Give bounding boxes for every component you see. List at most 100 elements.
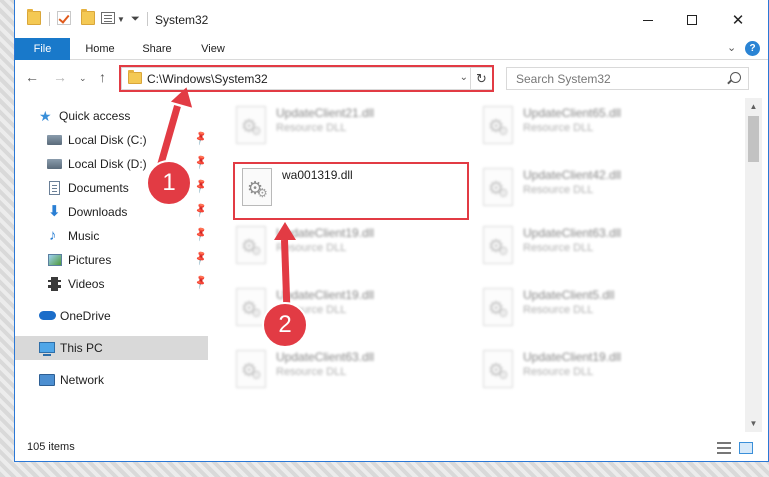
- file-name: UpdateClient21.dll: [276, 106, 375, 120]
- videos-icon: [48, 277, 61, 291]
- file-name: UpdateClient63.dll: [276, 350, 375, 364]
- recent-locations-icon[interactable]: ⌄: [79, 73, 87, 84]
- file-tile[interactable]: UpdateClient5.dll Resource DLL: [475, 284, 710, 338]
- separator: [49, 12, 50, 26]
- search-icon: [730, 72, 741, 83]
- file-tile[interactable]: UpdateClient19.dll Resource DLL: [228, 222, 463, 276]
- up-arrow-icon[interactable]: ↑: [99, 69, 106, 85]
- pin-icon: 📌: [192, 178, 210, 195]
- nav-label: Local Disk (D:): [68, 157, 147, 171]
- scroll-down-icon[interactable]: ▼: [745, 415, 762, 432]
- file-name: UpdateClient65.dll: [523, 106, 622, 120]
- file-type: Resource DLL: [523, 304, 594, 316]
- nav-this-pc[interactable]: This PC: [15, 336, 208, 360]
- network-icon: [39, 374, 55, 386]
- title-bar: ▼ ⏷ System32 ✕: [15, 0, 768, 38]
- status-bar: 105 items: [15, 436, 768, 460]
- nav-label: Music: [68, 229, 100, 243]
- close-button[interactable]: ✕: [715, 6, 761, 34]
- pin-icon: 📌: [192, 274, 210, 291]
- customize-toolbar-icon[interactable]: ⏷: [131, 13, 140, 26]
- file-name: UpdateClient5.dll: [523, 288, 615, 302]
- dll-file-icon: [483, 168, 513, 206]
- minimize-icon: [643, 19, 653, 21]
- new-folder-icon[interactable]: [81, 9, 95, 25]
- tab-home[interactable]: Home: [75, 38, 125, 60]
- dll-file-icon: [236, 106, 266, 144]
- file-tile[interactable]: UpdateClient19.dll Resource DLL: [475, 346, 710, 400]
- navigation-pane: ★ Quick access Local Disk (C:) 📌 Local D…: [15, 98, 210, 432]
- file-name: UpdateClient19.dll: [523, 350, 622, 364]
- pin-icon: 📌: [192, 154, 210, 171]
- pictures-icon: [48, 254, 62, 266]
- item-count: 105 items: [27, 441, 75, 453]
- minimize-button[interactable]: [625, 6, 671, 34]
- file-type: Resource DLL: [523, 122, 594, 134]
- dll-file-icon: [483, 226, 513, 264]
- music-icon: ♪: [49, 227, 57, 244]
- file-highlight: [233, 162, 469, 220]
- properties-check-icon[interactable]: [57, 11, 71, 25]
- file-name: UpdateClient42.dll: [523, 168, 622, 182]
- file-tile[interactable]: UpdateClient42.dll Resource DLL: [475, 164, 710, 218]
- details-view-icon[interactable]: [717, 442, 731, 454]
- step-2-badge: 2: [262, 302, 308, 348]
- dll-file-icon: [483, 106, 513, 144]
- nav-label: OneDrive: [60, 309, 111, 323]
- nav-local-disk-c[interactable]: Local Disk (C:) 📌: [15, 128, 210, 152]
- tiles-view-icon[interactable]: [739, 442, 753, 454]
- back-arrow-icon[interactable]: ←: [25, 69, 39, 85]
- forward-arrow-icon[interactable]: →: [53, 69, 67, 85]
- file-tile[interactable]: UpdateClient63.dll Resource DLL: [228, 346, 463, 400]
- file-tile[interactable]: UpdateClient21.dll Resource DLL: [228, 102, 463, 156]
- search-placeholder: Search System32: [516, 72, 611, 86]
- file-type: Resource DLL: [523, 184, 594, 196]
- help-icon[interactable]: ?: [745, 41, 760, 56]
- dll-file-icon: [236, 350, 266, 388]
- maximize-button[interactable]: [669, 6, 715, 34]
- nav-label: Videos: [68, 277, 105, 291]
- chevron-down-icon[interactable]: ▼: [117, 15, 125, 24]
- step-1-badge: 1: [146, 160, 192, 206]
- folder-icon: [27, 9, 41, 25]
- scroll-up-icon[interactable]: ▲: [745, 98, 762, 115]
- ribbon-tabs: File Home Share View ⌄ ?: [15, 38, 768, 60]
- arrow-2-head: [274, 222, 296, 240]
- properties-icon[interactable]: [101, 12, 115, 24]
- nav-label: Downloads: [68, 205, 128, 219]
- computer-icon: [39, 342, 55, 356]
- file-type: Resource DLL: [276, 366, 347, 378]
- nav-label: Quick access: [59, 109, 131, 123]
- cloud-icon: [39, 311, 56, 320]
- separator: [147, 12, 148, 26]
- documents-icon: [49, 181, 60, 195]
- pin-icon: 📌: [192, 250, 210, 267]
- pin-icon: 📌: [192, 226, 210, 243]
- tab-share[interactable]: Share: [133, 38, 181, 60]
- file-name: UpdateClient63.dll: [523, 226, 622, 240]
- downloads-icon: ⬇: [48, 203, 61, 220]
- nav-label: Pictures: [68, 253, 112, 267]
- file-type: Resource DLL: [523, 366, 594, 378]
- nav-label: Documents: [68, 181, 129, 195]
- star-icon: ★: [39, 108, 52, 124]
- drive-icon: [47, 135, 62, 145]
- search-input[interactable]: Search System32: [506, 67, 749, 90]
- nav-network[interactable]: Network: [15, 368, 208, 392]
- nav-pictures[interactable]: Pictures 📌: [15, 248, 210, 272]
- nav-onedrive[interactable]: OneDrive: [15, 304, 208, 328]
- nav-label: Local Disk (C:): [68, 133, 147, 147]
- file-tile[interactable]: UpdateClient65.dll Resource DLL: [475, 102, 710, 156]
- window-title: System32: [155, 13, 209, 27]
- drive-icon: [47, 159, 62, 169]
- tab-file[interactable]: File: [15, 38, 70, 60]
- pin-icon: 📌: [192, 202, 210, 219]
- expand-ribbon-icon[interactable]: ⌄: [727, 41, 736, 54]
- nav-videos[interactable]: Videos 📌: [15, 272, 210, 296]
- nav-music[interactable]: ♪ Music 📌: [15, 224, 210, 248]
- vertical-scrollbar[interactable]: ▲ ▼: [745, 98, 762, 432]
- file-tile[interactable]: UpdateClient63.dll Resource DLL: [475, 222, 710, 276]
- scroll-thumb[interactable]: [748, 116, 759, 162]
- pin-icon: 📌: [192, 130, 210, 147]
- tab-view[interactable]: View: [191, 38, 235, 60]
